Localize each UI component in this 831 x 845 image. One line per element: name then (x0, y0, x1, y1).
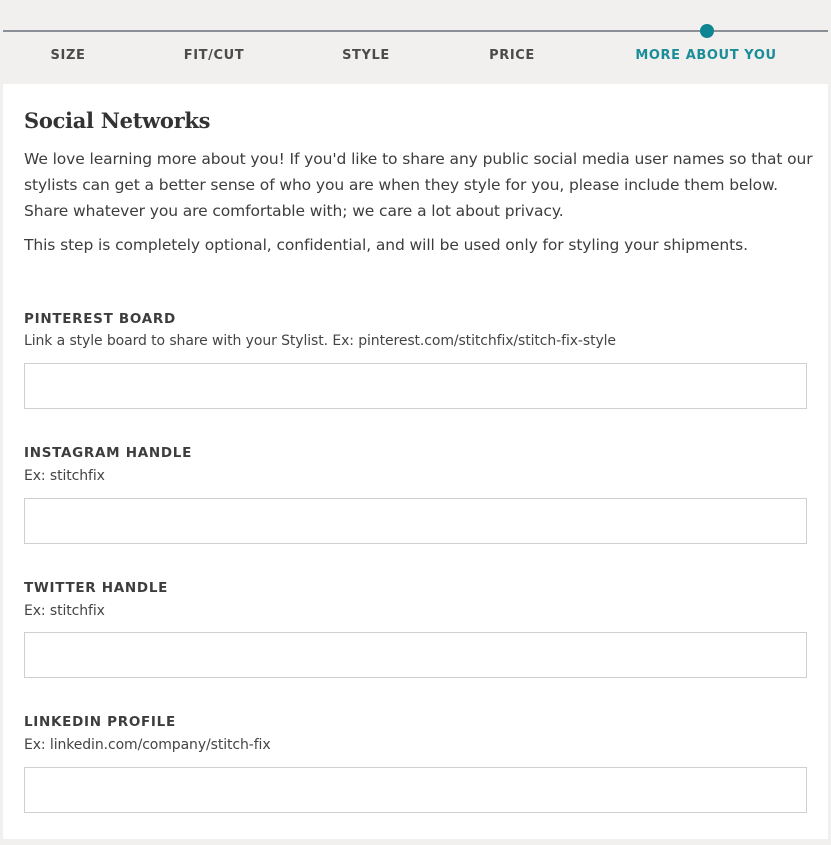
linkedin-hint: Ex: linkedin.com/company/stitch-fix (24, 737, 271, 753)
intro-paragraph: We love learning more about you! If you'… (24, 150, 813, 220)
intro-text: We love learning more about you! If you'… (24, 146, 814, 258)
current-step-dot-icon (700, 24, 714, 38)
twitter-label: TWITTER HANDLE (24, 580, 169, 596)
twitter-hint: Ex: stitchfix (24, 603, 105, 619)
instagram-hint: Ex: stitchfix (24, 468, 105, 484)
intro-paragraph: This step is completely optional, confid… (24, 236, 748, 254)
pinterest-input[interactable] (24, 363, 807, 409)
page: SIZE FIT/CUT STYLE PRICE MORE ABOUT YOU … (0, 0, 831, 845)
step-size[interactable]: SIZE (51, 48, 86, 63)
step-fit-cut[interactable]: FIT/CUT (184, 48, 245, 63)
step-price[interactable]: PRICE (489, 48, 535, 63)
pinterest-hint: Link a style board to share with your St… (24, 333, 616, 349)
section-title: Social Networks (24, 108, 211, 133)
twitter-input[interactable] (24, 632, 807, 678)
pinterest-label: PINTEREST BOARD (24, 311, 176, 327)
step-style[interactable]: STYLE (342, 48, 390, 63)
instagram-label: INSTAGRAM HANDLE (24, 445, 192, 461)
social-networks-card: Social Networks We love learning more ab… (3, 84, 828, 839)
linkedin-input[interactable] (24, 767, 807, 813)
progress-stepper: SIZE FIT/CUT STYLE PRICE MORE ABOUT YOU (3, 3, 828, 84)
step-more-about-you[interactable]: MORE ABOUT YOU (635, 48, 776, 63)
step-list: SIZE FIT/CUT STYLE PRICE MORE ABOUT YOU (3, 48, 828, 68)
instagram-input[interactable] (24, 498, 807, 544)
linkedin-label: LINKEDIN PROFILE (24, 714, 176, 730)
